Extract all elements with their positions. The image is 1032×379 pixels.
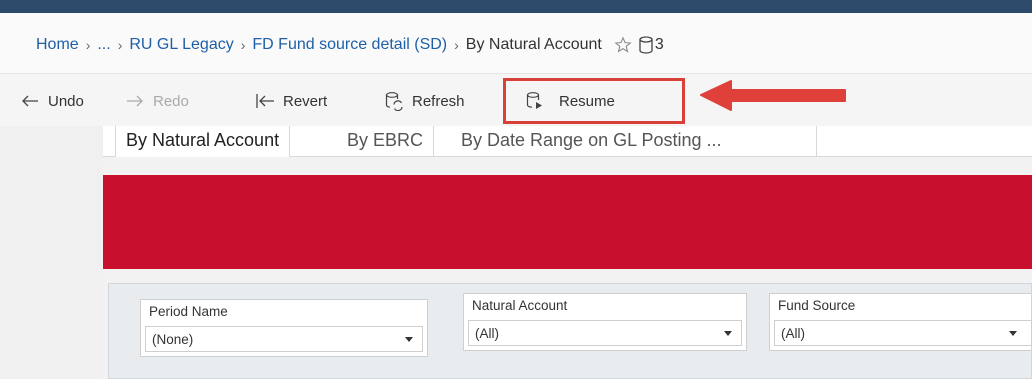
natural-account-filter: Natural Account (All) — [463, 293, 747, 351]
dropdown-caret-icon — [724, 331, 732, 336]
filter-value: (All) — [781, 326, 805, 341]
breadcrumb-bar: Home › ... › RU GL Legacy › FD Fund sour… — [0, 13, 1032, 74]
breadcrumb-project[interactable]: RU GL Legacy — [129, 36, 233, 54]
breadcrumb-ellipsis[interactable]: ... — [97, 36, 110, 54]
dashboard-canvas: Period Name (None) Natural Account (All)… — [103, 157, 1032, 379]
tab-by-date-range[interactable]: By Date Range on GL Posting ... — [451, 126, 817, 157]
filter-label: Fund Source — [778, 298, 856, 313]
fund-source-dropdown[interactable]: (All) — [774, 320, 1032, 346]
header-banner — [103, 175, 1032, 269]
refresh-data-icon — [385, 92, 403, 111]
breadcrumb: Home › ... › RU GL Legacy › FD Fund sour… — [36, 36, 664, 54]
dropdown-caret-icon — [1009, 331, 1017, 336]
redo-arrow-icon — [127, 95, 143, 107]
favorite-star-icon[interactable] — [614, 36, 632, 54]
dashboard-area: By Natural Account By EBRC By Date Range… — [103, 126, 1032, 379]
revert-label: Revert — [283, 92, 328, 110]
breadcrumb-separator: › — [85, 37, 91, 53]
callout-arrow-icon — [700, 80, 846, 111]
tab-by-natural-account[interactable]: By Natural Account — [115, 126, 291, 158]
revert-button[interactable]: Revert — [255, 88, 327, 114]
redo-button[interactable]: Redo — [125, 88, 189, 114]
filter-label: Natural Account — [472, 298, 568, 313]
side-panel — [0, 126, 103, 379]
filter-value: (None) — [152, 332, 194, 347]
data-source-icon[interactable] — [638, 36, 654, 54]
refresh-button[interactable]: Refresh — [384, 88, 465, 114]
resume-highlight-box — [503, 78, 685, 124]
period-name-dropdown[interactable]: (None) — [145, 326, 423, 352]
filter-label: Period Name — [149, 304, 228, 319]
breadcrumb-current-view: By Natural Account — [465, 36, 602, 53]
period-name-filter: Period Name (None) — [140, 299, 428, 357]
natural-account-dropdown[interactable]: (All) — [468, 320, 742, 346]
breadcrumb-workbook[interactable]: FD Fund source detail (SD) — [252, 36, 447, 54]
refresh-label: Refresh — [412, 92, 465, 110]
breadcrumb-home[interactable]: Home — [36, 36, 79, 54]
filter-panel: Period Name (None) Natural Account (All)… — [108, 283, 1032, 379]
revert-icon — [256, 94, 274, 108]
undo-arrow-icon — [22, 95, 38, 107]
fund-source-filter: Fund Source (All) — [769, 293, 1032, 351]
undo-button[interactable]: Undo — [20, 88, 84, 114]
tab-by-ebrc[interactable]: By EBRC — [337, 126, 435, 157]
data-source-count: 3 — [654, 36, 664, 53]
view-tabs: By Natural Account By EBRC By Date Range… — [103, 126, 1032, 158]
breadcrumb-separator: › — [117, 37, 123, 53]
undo-label: Undo — [48, 92, 84, 110]
filter-value: (All) — [475, 326, 499, 341]
breadcrumb-separator: › — [454, 37, 459, 53]
top-color-bar — [0, 0, 1032, 13]
breadcrumb-separator: › — [240, 37, 246, 53]
dropdown-caret-icon — [405, 337, 413, 342]
redo-label: Redo — [153, 92, 189, 110]
